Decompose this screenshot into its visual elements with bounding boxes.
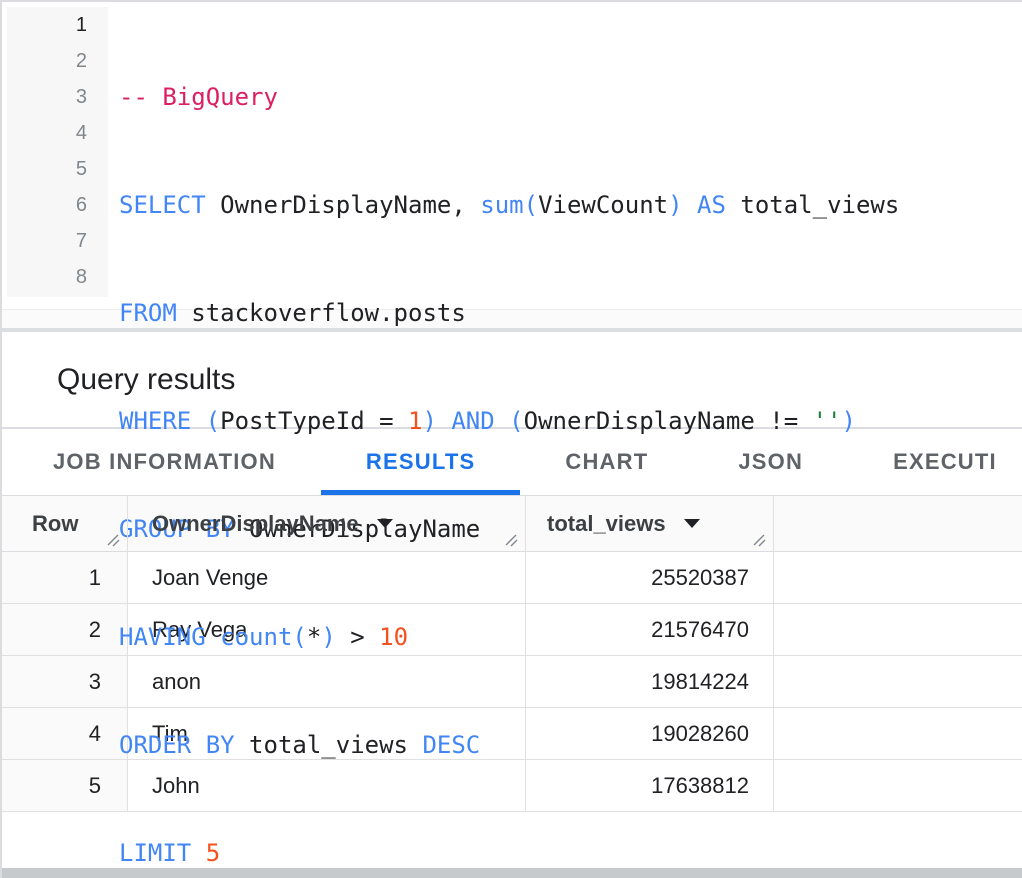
column-resize-handle[interactable] bbox=[105, 532, 121, 548]
column-label: OwnerDisplayName bbox=[152, 511, 359, 537]
tab-label: JSON bbox=[738, 449, 803, 475]
code-line: LIMIT 5 bbox=[119, 835, 1022, 871]
tab-results[interactable]: RESULTS bbox=[321, 429, 520, 495]
tab-chart[interactable]: CHART bbox=[520, 429, 693, 495]
column-resize-handle[interactable] bbox=[503, 532, 519, 548]
line-number: 6 bbox=[7, 187, 87, 223]
code-line: HAVING count(*) > 10 bbox=[119, 619, 1022, 655]
sql-editor[interactable]: 1 2 3 4 5 6 7 8 -- BigQuery SELECT Owner… bbox=[2, 2, 1022, 310]
code-line: FROM stackoverflow.posts bbox=[119, 295, 1022, 331]
row-number-cell: 3 bbox=[2, 656, 128, 707]
code-line: ORDER BY total_views DESC bbox=[119, 727, 1022, 763]
table-header-row: Row OwnerDisplayName total_views bbox=[2, 496, 1022, 552]
column-header-filler bbox=[774, 496, 1022, 551]
tab-execution-details[interactable]: EXECUTI bbox=[848, 429, 1022, 495]
code-line: -- BigQuery bbox=[119, 79, 1022, 115]
row-number-cell: 1 bbox=[2, 552, 128, 603]
line-number: 5 bbox=[7, 151, 87, 187]
column-header-total-views[interactable]: total_views bbox=[526, 496, 774, 551]
line-number: 8 bbox=[7, 259, 87, 295]
tab-label: CHART bbox=[565, 449, 648, 475]
code-line: SELECT OwnerDisplayName, sum(ViewCount) … bbox=[119, 187, 1022, 223]
tab-label: RESULTS bbox=[366, 449, 475, 475]
line-number: 1 bbox=[7, 7, 87, 43]
tab-job-information[interactable]: JOB INFORMATION bbox=[8, 429, 321, 495]
line-number: 2 bbox=[7, 43, 87, 79]
column-menu-icon[interactable] bbox=[684, 519, 700, 528]
tab-label: EXECUTI bbox=[893, 449, 997, 475]
tab-label: JOB INFORMATION bbox=[53, 449, 276, 475]
column-menu-icon[interactable] bbox=[377, 519, 393, 528]
row-number-cell: 2 bbox=[2, 604, 128, 655]
bigquery-results-pane: 1 2 3 4 5 6 7 8 -- BigQuery SELECT Owner… bbox=[0, 0, 1022, 878]
line-number-gutter: 1 2 3 4 5 6 7 8 bbox=[7, 7, 108, 297]
column-header-row: Row bbox=[2, 496, 128, 551]
line-number: 3 bbox=[7, 79, 87, 115]
column-header-ownerdisplayname[interactable]: OwnerDisplayName bbox=[128, 496, 526, 551]
row-number-cell: 5 bbox=[2, 760, 128, 811]
results-tabbar: JOB INFORMATION RESULTS CHART JSON EXECU… bbox=[2, 429, 1022, 496]
horizontal-scrollbar[interactable] bbox=[2, 868, 1022, 878]
column-label: total_views bbox=[547, 511, 666, 537]
tab-json[interactable]: JSON bbox=[693, 429, 848, 495]
column-label: Row bbox=[32, 511, 78, 537]
line-number: 4 bbox=[7, 115, 87, 151]
row-number-cell: 4 bbox=[2, 708, 128, 759]
column-resize-handle[interactable] bbox=[751, 532, 767, 548]
line-number: 7 bbox=[7, 223, 87, 259]
